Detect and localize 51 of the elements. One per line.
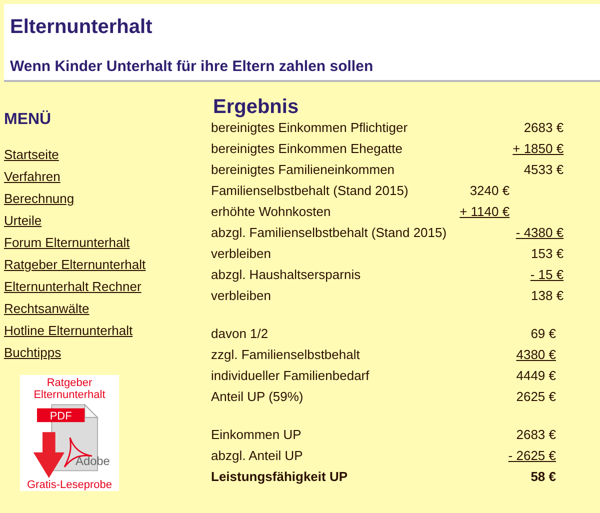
amount: 4380 € <box>516 346 556 363</box>
menu-link[interactable]: Rechtsanwälte <box>4 300 90 317</box>
menu-heading: MENÜ <box>4 111 52 129</box>
amount: 2683 € <box>516 426 556 443</box>
menu-link[interactable]: Forum Elternunterhalt <box>4 234 130 251</box>
menu-link[interactable]: Elternunterhalt Rechner <box>4 278 142 295</box>
row-label: abzgl. Haushaltsersparnis <box>211 266 362 283</box>
site-title: Elternunterhalt <box>10 16 152 39</box>
row-label: Einkommen UP <box>211 426 302 443</box>
pdf-label: PDF <box>49 410 72 422</box>
banner-caption: Gratis-Leseprobe <box>27 479 112 491</box>
menu-link[interactable]: Ratgeber Elternunterhalt <box>4 256 146 273</box>
amount: - 4380 € <box>516 224 564 241</box>
amount: + 1850 € <box>512 140 564 157</box>
row-label: davon 1/2 <box>211 325 270 342</box>
row-label: Leistungsfähigkeit UP <box>211 468 349 485</box>
amount: + 1140 € <box>460 203 510 220</box>
amount: 2625 € <box>516 388 556 405</box>
menu-link[interactable]: Berechnung <box>4 190 74 207</box>
row-label: abzgl. Familienselbstbehalt (Stand 2015) <box>211 224 447 241</box>
row-label: zzgl. Familienselbstbehalt <box>211 346 361 363</box>
amount: - 2625 € <box>508 447 556 464</box>
row-label: erhöhte Wohnkosten <box>211 203 332 220</box>
amount: 3240 € <box>470 182 510 199</box>
site-subtitle: Wenn Kinder Unterhalt für ihre Eltern zahlen sollen <box>10 58 374 75</box>
row-label: Anteil UP (59%) <box>211 388 304 405</box>
menu-link[interactable]: Buchtipps <box>4 344 62 361</box>
amount: 4449 € <box>516 367 556 384</box>
menu-link[interactable]: Verfahren <box>4 168 60 185</box>
amount: 153 € <box>531 245 564 262</box>
adobe-label: Adobe <box>75 454 110 468</box>
amount: 138 € <box>531 287 564 304</box>
row-label: Familienselbstbehalt (Stand 2015) <box>211 182 410 199</box>
row-label: bereinigtes Familieneinkommen <box>211 161 396 178</box>
amount: 69 € <box>530 325 556 342</box>
pdf-banner[interactable]: Ratgeber Elternunterhalt PDF Adobe Gratis-Leseprobe <box>20 375 119 491</box>
amount: 4533 € <box>524 161 564 178</box>
amount: - 15 € <box>530 266 564 283</box>
banner-title: Ratgeber Elternunterhalt <box>32 377 106 401</box>
row-label: individueller Familienbedarf <box>211 367 370 384</box>
menu-link[interactable]: Hotline Elternunterhalt <box>4 322 133 339</box>
menu-link[interactable]: Startseite <box>4 146 59 163</box>
amount: 2683 € <box>524 119 564 136</box>
result-heading: Ergebnis <box>213 96 299 119</box>
menu-link[interactable]: Urteile <box>4 212 42 229</box>
row-label: bereinigtes Einkommen Pflichtiger <box>211 119 409 136</box>
row-label: abzgl. Anteil UP <box>211 447 304 464</box>
amount: 58 € <box>530 468 556 485</box>
row-label: verbleiben <box>211 287 272 304</box>
row-label: bereinigtes Einkommen Ehegatte <box>211 140 404 157</box>
row-label: verbleiben <box>211 245 272 262</box>
